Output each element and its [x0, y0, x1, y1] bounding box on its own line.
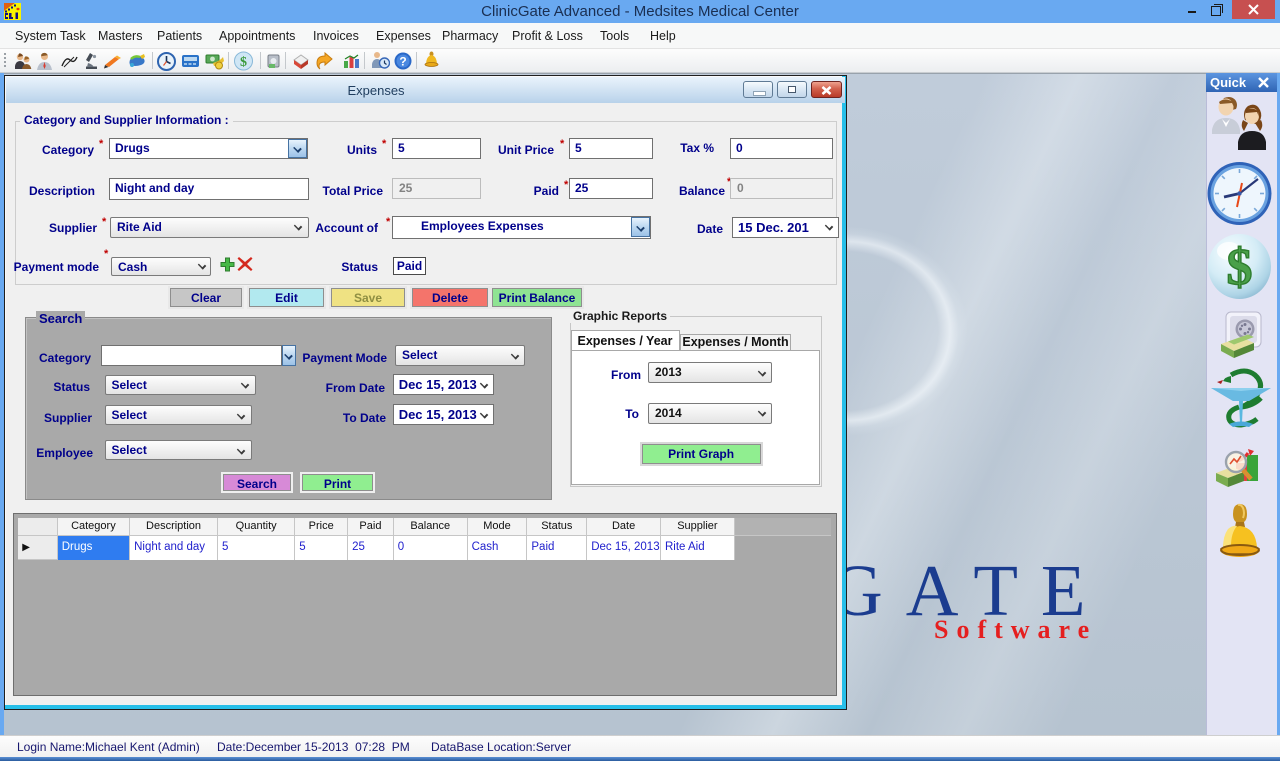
- svg-text:$: $: [1227, 239, 1253, 296]
- svg-text:$: $: [240, 55, 247, 70]
- svg-text:?: ?: [399, 55, 406, 69]
